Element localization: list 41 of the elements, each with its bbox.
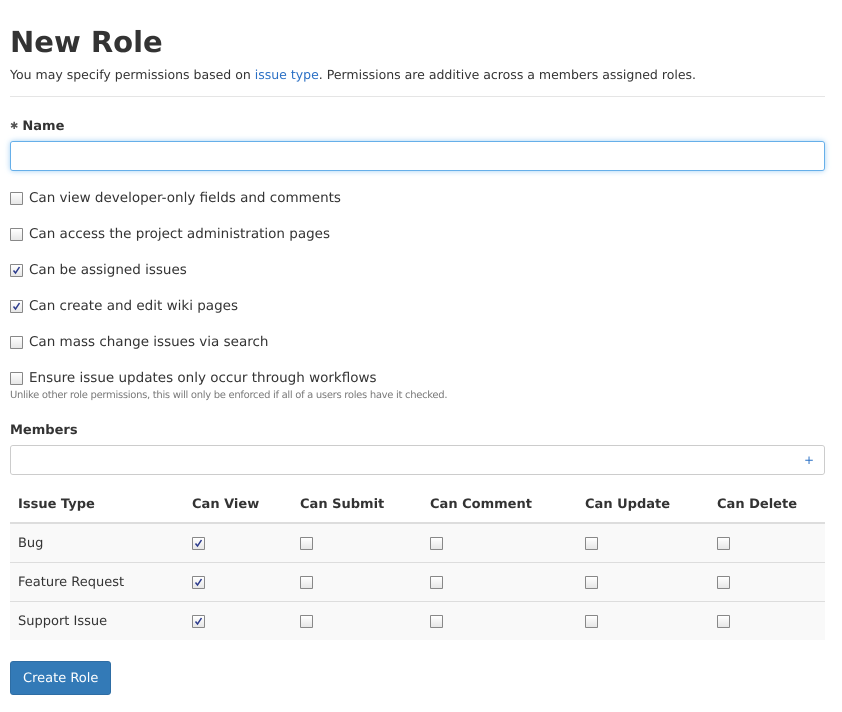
checkbox[interactable] (10, 300, 23, 312)
table-cell: Bug (10, 524, 184, 562)
checkbox[interactable] (192, 614, 205, 628)
members-field[interactable]: + (10, 445, 825, 475)
checkbox[interactable] (10, 336, 23, 348)
checkbox[interactable] (430, 576, 443, 588)
field-label: Name (22, 119, 64, 134)
checkbox[interactable] (300, 576, 313, 588)
checkbox-label: Ensure issue updates only occur through workflows (29, 369, 377, 387)
help-text: Unlike other role permissions, this will only be enforced if all of a users roles have it checked. (10, 390, 448, 401)
checkbox[interactable] (10, 372, 23, 384)
checkbox[interactable] (717, 536, 730, 550)
create-role-button[interactable]: Create Role (10, 661, 112, 695)
checkbox[interactable] (300, 614, 313, 628)
issue-type-link[interactable]: issue type (254, 67, 319, 82)
field-label: Members (10, 423, 79, 438)
required-mark: ✱ (10, 121, 18, 132)
checkbox[interactable] (300, 536, 313, 550)
page-title: New Role (10, 24, 164, 61)
add-button[interactable]: + (804, 453, 814, 467)
checkbox[interactable] (717, 576, 730, 588)
checkbox[interactable] (430, 536, 443, 550)
checkbox-label: Can view developer-only fields and comments (29, 189, 341, 207)
checkbox[interactable] (192, 576, 205, 588)
table-cell: Feature Request (10, 562, 184, 601)
checkbox[interactable] (585, 536, 598, 550)
checkbox[interactable] (192, 536, 205, 550)
intro-text: You may specify permissions based on issue type. Permissions are additive across a members assigned roles. (10, 66, 825, 97)
checkbox-label: Can access the project administration pages (29, 225, 330, 243)
checkbox[interactable] (585, 614, 598, 628)
checkbox[interactable] (10, 228, 23, 240)
checkbox-label: Can create and edit wiki pages (29, 297, 238, 315)
checkbox[interactable] (430, 614, 443, 628)
table-cell: Support Issue (10, 601, 184, 640)
checkbox-label: Can mass change issues via search (29, 333, 268, 351)
checkbox[interactable] (585, 576, 598, 588)
checkbox[interactable] (10, 264, 23, 276)
checkbox[interactable] (717, 614, 730, 628)
name-field[interactable] (10, 141, 825, 171)
checkbox-label: Can be assigned issues (29, 261, 187, 279)
checkbox[interactable] (10, 192, 23, 204)
